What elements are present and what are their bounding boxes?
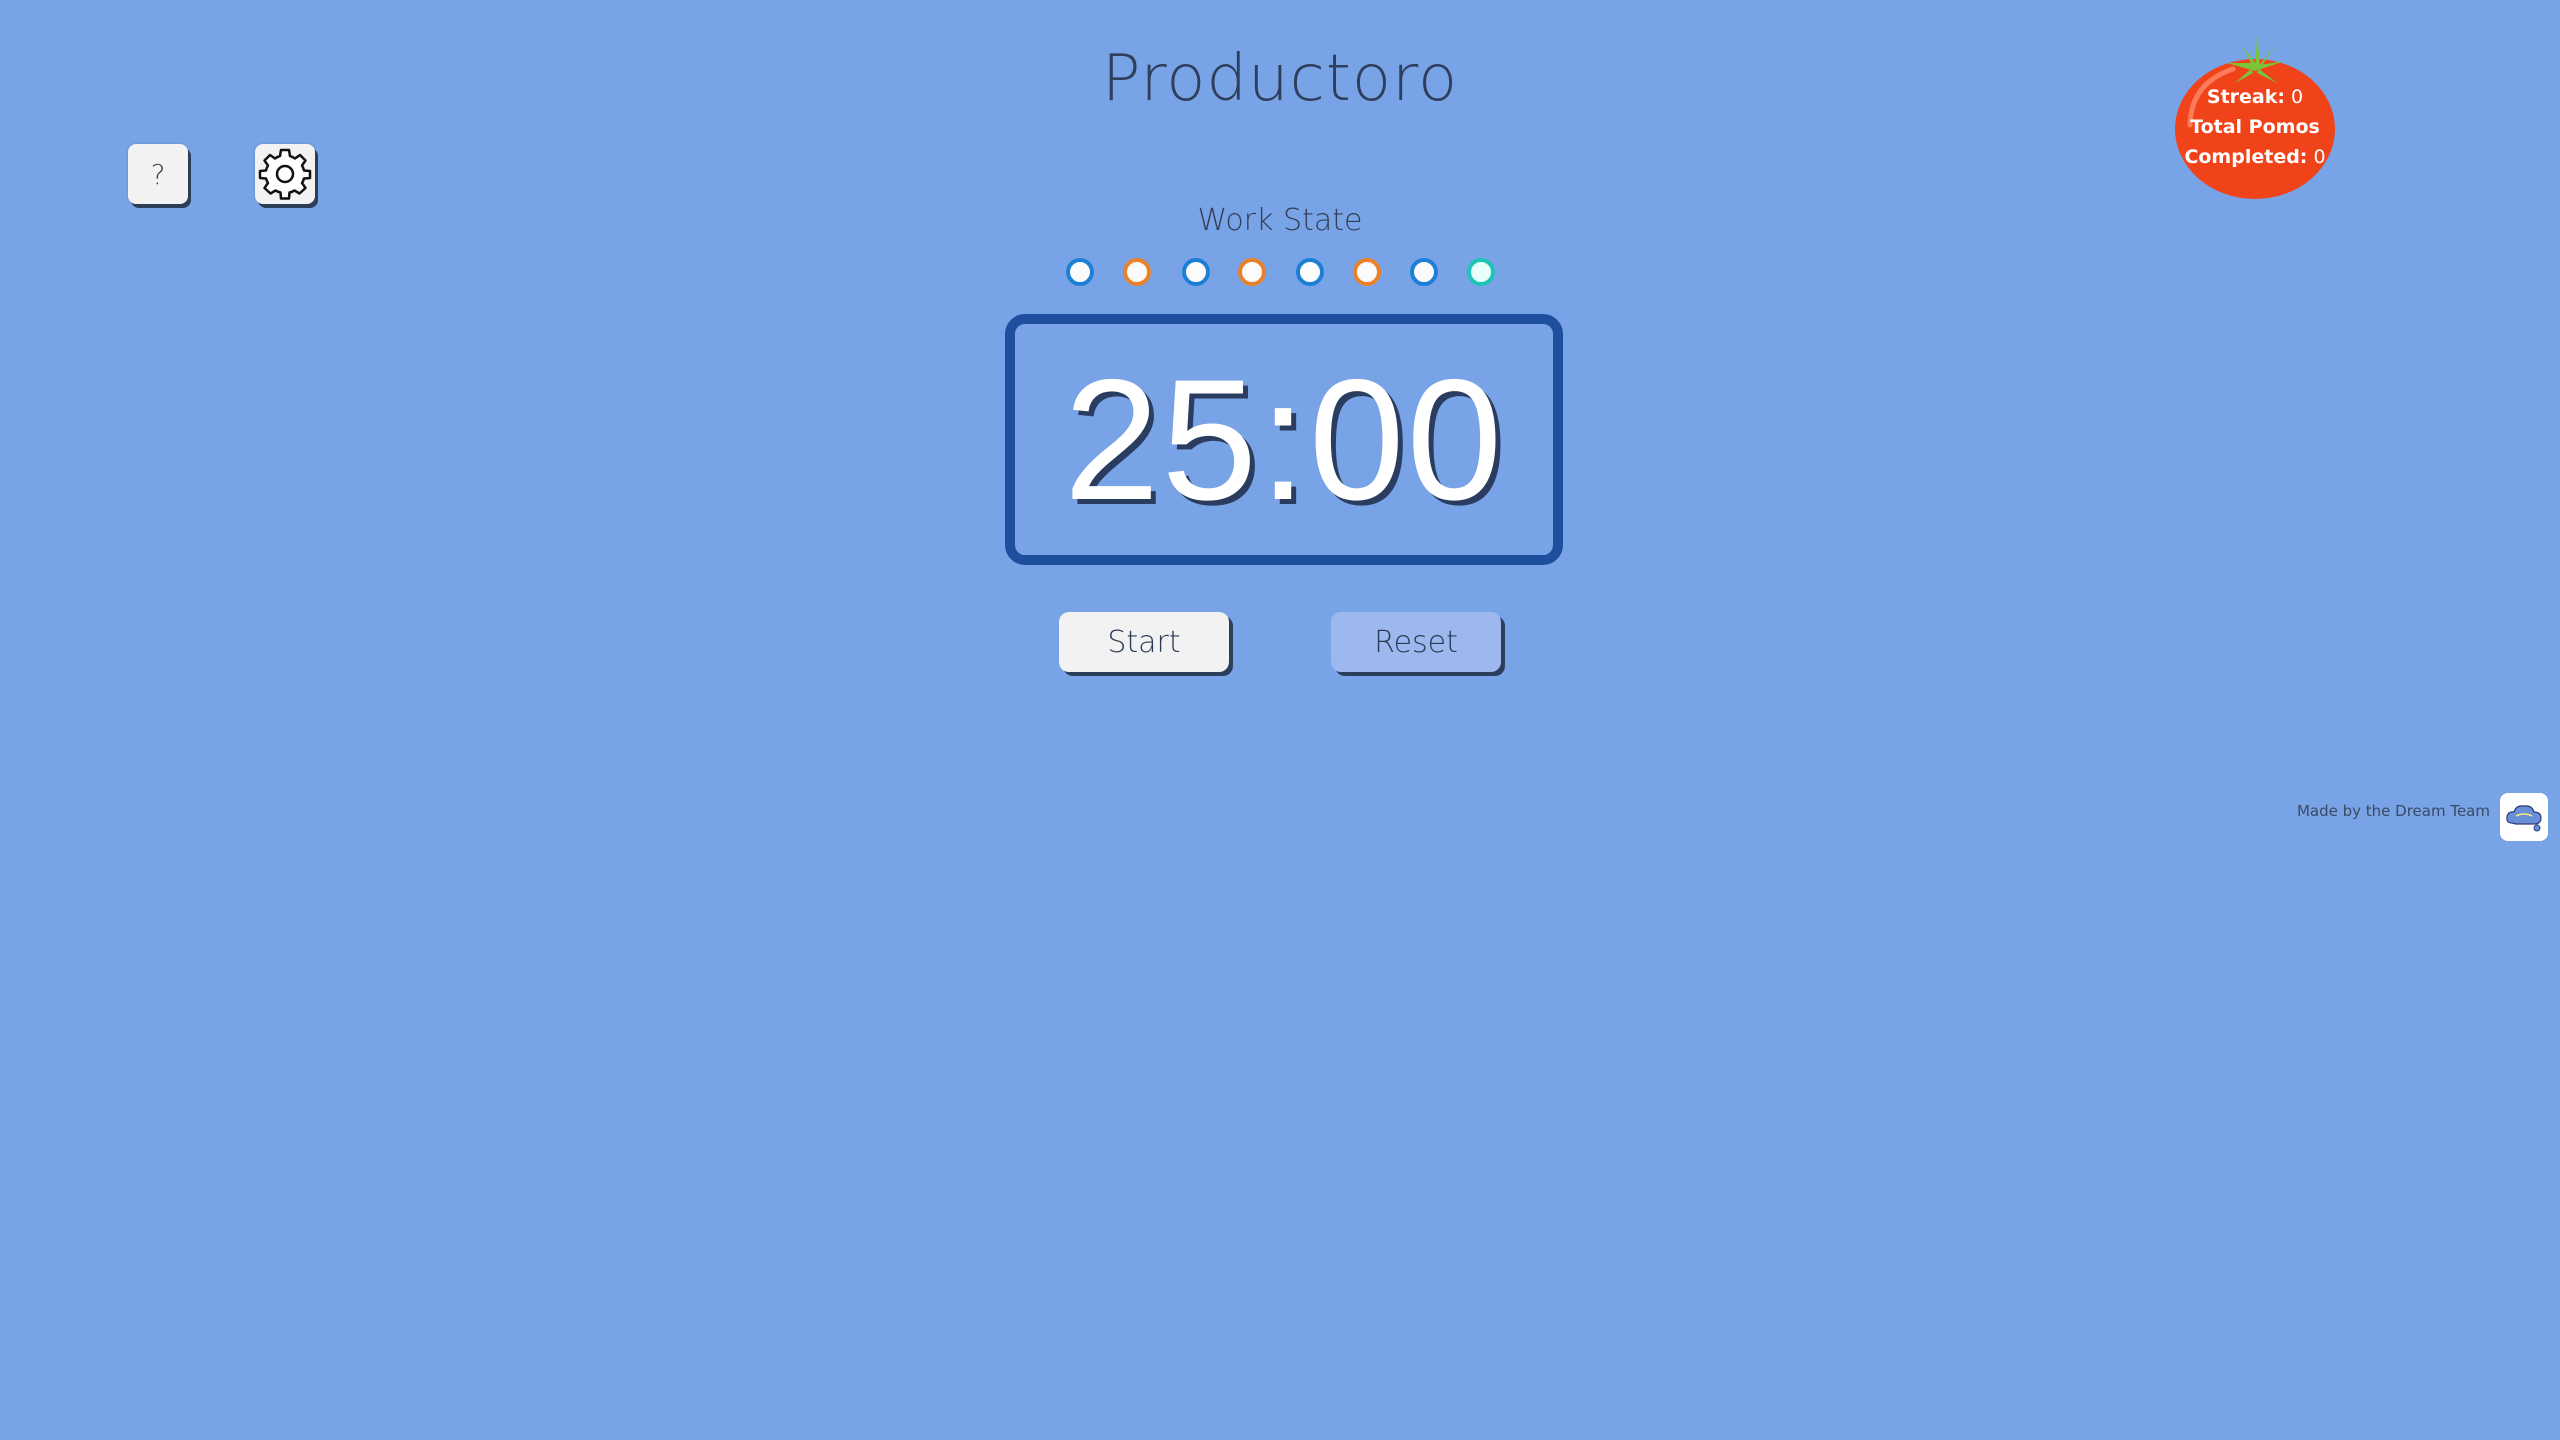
cycle-dot-long-break[interactable] — [1467, 258, 1495, 286]
gear-icon — [258, 148, 312, 200]
streak-label: Streak: — [2206, 86, 2285, 108]
cycle-dot-short-break-3[interactable] — [1353, 258, 1381, 286]
cycle-dot-work-1[interactable] — [1066, 258, 1094, 286]
cloud-logo-icon — [2506, 805, 2542, 832]
total-pomos-line1: Total Pomos — [2175, 112, 2335, 142]
pomodoro-page: Productoro ? Work State 25:00 Start Rese… — [0, 0, 2560, 1440]
completed-label: Completed: — [2184, 146, 2308, 168]
cycle-dot-short-break-1[interactable] — [1123, 258, 1151, 286]
total-pomos-label: Total Pomos — [2190, 116, 2320, 138]
cycle-dot-work-2[interactable] — [1182, 258, 1210, 286]
dream-team-logo-icon[interactable] — [2500, 793, 2548, 841]
pomo-stats: Streak: 0 Total Pomos Completed: 0 — [2175, 82, 2335, 172]
timer-display: 25:00 — [1005, 314, 1563, 565]
cycle-indicator — [1062, 258, 1502, 288]
help-button-label: ? — [150, 157, 166, 191]
timer-text: 25:00 — [1063, 343, 1505, 536]
streak-value: 0 — [2291, 86, 2304, 108]
start-button[interactable]: Start — [1059, 612, 1229, 672]
total-pomos-line2: Completed: 0 — [2175, 142, 2335, 172]
cycle-dot-work-4[interactable] — [1410, 258, 1438, 286]
settings-button[interactable] — [255, 144, 315, 204]
cycle-dot-short-break-2[interactable] — [1238, 258, 1266, 286]
total-pomos-value: 0 — [2313, 146, 2326, 168]
help-button[interactable]: ? — [128, 144, 188, 204]
streak-stat: Streak: 0 — [2175, 82, 2335, 112]
reset-button[interactable]: Reset — [1331, 612, 1501, 672]
cycle-dot-work-3[interactable] — [1296, 258, 1324, 286]
credit-text: Made by the Dream Team — [2296, 802, 2490, 820]
session-state-label: Work State — [1197, 203, 1363, 238]
